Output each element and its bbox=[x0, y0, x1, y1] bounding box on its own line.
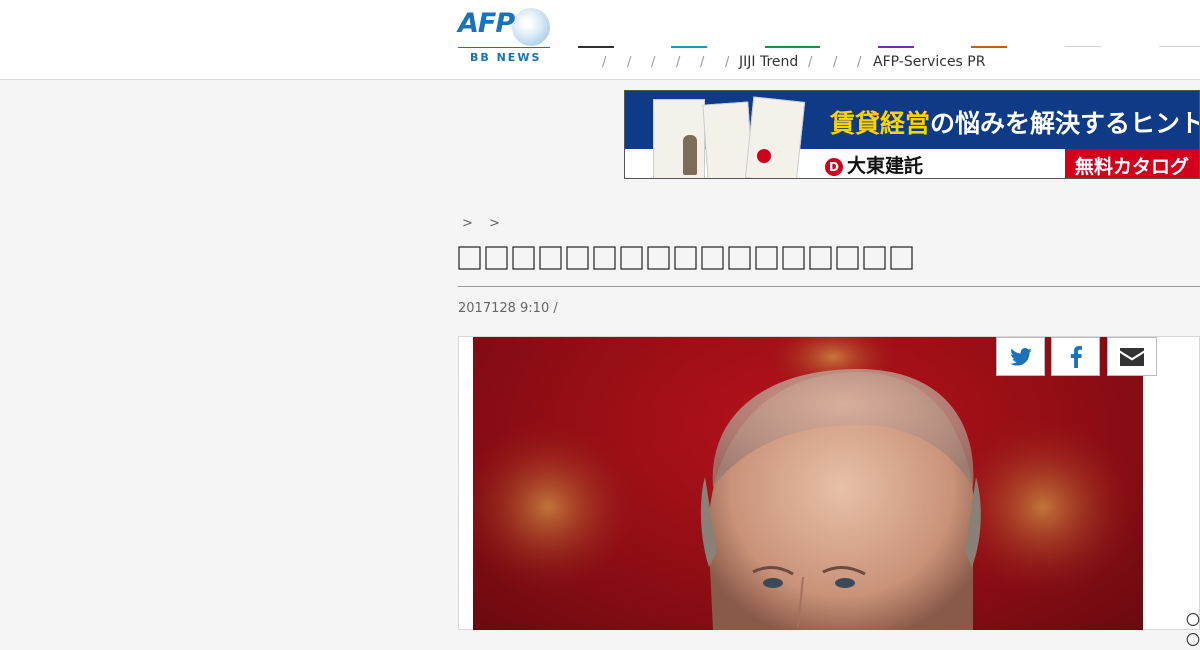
corner-glyph: 〇〇 bbox=[1186, 613, 1200, 649]
ad-company-name: D 大東建託 bbox=[825, 151, 923, 178]
nav-bar-5[interactable] bbox=[971, 46, 1007, 48]
ad-headline-highlight: 賃貸経営 bbox=[830, 109, 931, 138]
nav-item-jiji-trend[interactable]: JIJI Trend bbox=[739, 54, 798, 70]
title-glyphs bbox=[458, 246, 913, 270]
nav-separator: / bbox=[833, 55, 838, 70]
photo-illustration bbox=[473, 337, 1143, 630]
article-dateline: 2017128 9:10 / bbox=[458, 301, 558, 316]
logo-brand: AFP bbox=[458, 8, 515, 39]
ad-headline-rest: の悩みを解決するヒント bbox=[930, 109, 1200, 138]
nav-bar-2[interactable] bbox=[671, 46, 707, 48]
email-icon bbox=[1120, 347, 1144, 366]
catalog-books-image bbox=[645, 95, 815, 178]
ad-cta-label: 無料カタログ bbox=[1075, 156, 1190, 178]
logo-subtitle: BB NEWS bbox=[470, 51, 542, 64]
share-twitter-button[interactable] bbox=[996, 337, 1045, 376]
share-email-button[interactable] bbox=[1107, 337, 1157, 376]
nav-bar-3[interactable] bbox=[765, 46, 820, 48]
facebook-icon bbox=[1070, 345, 1082, 368]
nav-bar-7[interactable] bbox=[1159, 46, 1200, 47]
logo-divider bbox=[458, 47, 550, 48]
nav-bar-6[interactable] bbox=[1065, 46, 1101, 47]
twitter-icon bbox=[1009, 347, 1032, 366]
nav-separator: / bbox=[725, 55, 730, 70]
nav-bar-1[interactable] bbox=[578, 46, 614, 48]
ad-cta-button[interactable]: 無料カタログ bbox=[1065, 149, 1199, 178]
breadcrumb[interactable]: > > bbox=[462, 216, 506, 231]
ad-headline: 賃貸経営の悩みを解決するヒント bbox=[830, 104, 1200, 140]
globe-icon bbox=[512, 8, 550, 46]
ad-company-label: 大東建託 bbox=[847, 155, 924, 177]
afpbb-logo[interactable]: AFP BB NEWS bbox=[458, 8, 550, 64]
nav-separator: / bbox=[627, 55, 632, 70]
nav-separator: / bbox=[808, 55, 813, 70]
article-title bbox=[458, 244, 916, 281]
nav-separator: / bbox=[602, 55, 607, 70]
ad-banner[interactable]: 賃貸経営の悩みを解決するヒント D 大東建託 無料カタログ bbox=[624, 90, 1200, 179]
nav-bar-4[interactable] bbox=[878, 46, 914, 48]
nav-separator: / bbox=[700, 55, 705, 70]
nav-separator: / bbox=[651, 55, 656, 70]
share-facebook-button[interactable] bbox=[1051, 337, 1100, 376]
nav-item-afp-services-pr[interactable]: AFP-Services PR bbox=[873, 54, 985, 70]
nav-separator: / bbox=[857, 55, 862, 70]
article-photo[interactable] bbox=[473, 337, 1143, 630]
title-divider bbox=[458, 286, 1200, 287]
site-header: AFP BB NEWS / / / / / / JIJI Trend / / /… bbox=[0, 0, 1200, 80]
nav-separator: / bbox=[676, 55, 681, 70]
company-logo-icon: D bbox=[825, 157, 843, 176]
